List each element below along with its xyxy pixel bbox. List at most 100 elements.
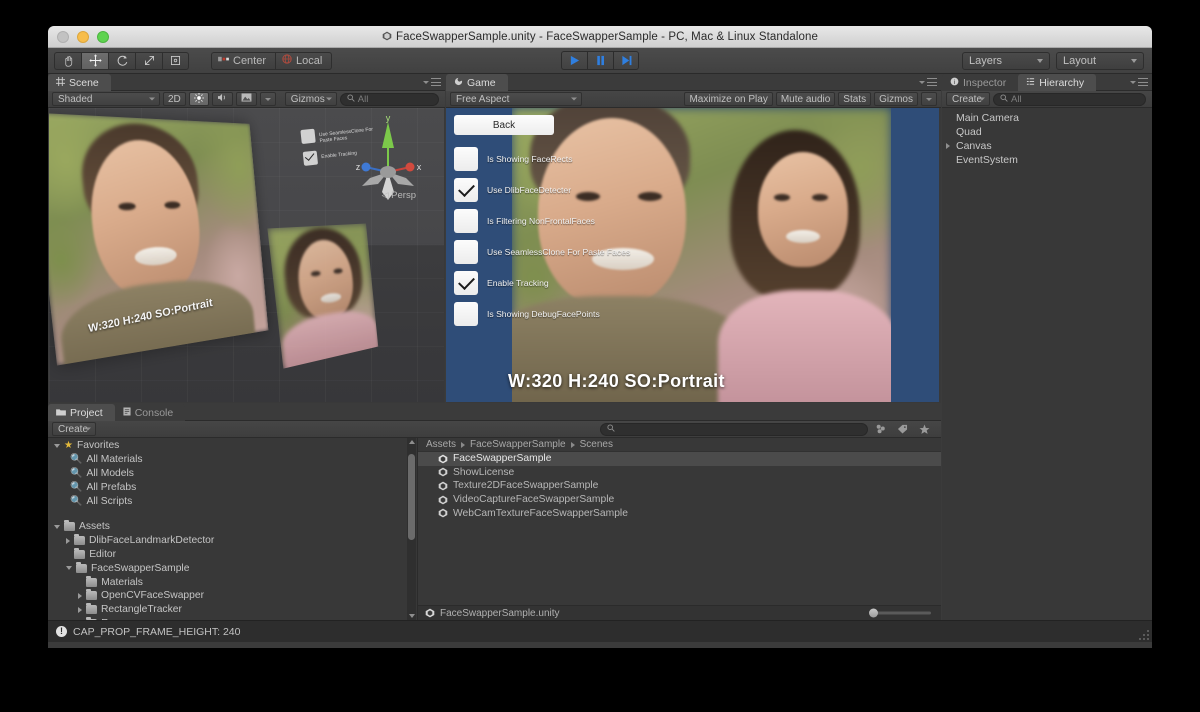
pause-button[interactable]	[587, 51, 613, 70]
maximize-on-play-button[interactable]: Maximize on Play	[684, 92, 773, 106]
hierarchy-item-canvas[interactable]: Canvas	[942, 139, 1152, 153]
resize-grip[interactable]	[1137, 628, 1149, 640]
filter-by-type-icon[interactable]	[871, 422, 890, 436]
tree-row-dlibfacelandmarkdetector[interactable]: DlibFaceLandmarkDetector	[48, 534, 417, 548]
breadcrumb-item-assets[interactable]: Assets	[426, 439, 456, 450]
scene-viewport[interactable]: Use SeamlessClone For Paste Faces Enable…	[49, 108, 444, 402]
hierarchy-panel-menu[interactable]	[1130, 78, 1148, 86]
scene-gizmos-dropdown[interactable]: Gizmos	[284, 92, 337, 106]
layers-dropdown[interactable]: Layers	[962, 51, 1050, 70]
game-gizmos-dropdown[interactable]	[921, 92, 937, 106]
tree-row-editor[interactable]: Editor	[48, 547, 417, 562]
tree-row-materials[interactable]: Materials	[48, 575, 417, 589]
favorite-star-icon[interactable]	[915, 422, 934, 436]
collapse-arrow-icon[interactable]	[66, 566, 72, 571]
project-tree-scrollbar[interactable]	[407, 438, 416, 620]
checkbox-use-dlibfacedetecter[interactable]	[454, 178, 478, 202]
step-button[interactable]	[613, 51, 639, 70]
scene-lighting-toggle[interactable]	[188, 92, 209, 106]
mute-audio-button[interactable]: Mute audio	[775, 92, 836, 106]
hierarchy-item-quad[interactable]: Quad	[942, 125, 1152, 139]
play-button[interactable]	[561, 51, 587, 70]
scroll-up-arrow-icon[interactable]	[409, 440, 415, 444]
tree-row-favorites[interactable]: ★ Favorites	[48, 439, 417, 453]
toggle-2d-button[interactable]: 2D	[163, 92, 186, 106]
tab-scene[interactable]: Scene	[48, 74, 111, 91]
game-gizmos-button[interactable]: Gizmos	[874, 92, 918, 106]
tree-row-all-prefabs[interactable]: 🔍 All Prefabs	[48, 480, 417, 494]
pivot-mode-button[interactable]: Center	[211, 51, 276, 70]
scene-audio-toggle[interactable]	[211, 92, 233, 106]
tree-row-all-models[interactable]: 🔍 All Models	[48, 467, 417, 481]
scrollbar-thumb[interactable]	[408, 454, 415, 540]
file-row-faceswappersample[interactable]: FaceSwapperSample	[418, 452, 941, 466]
checkbox-row-enable-tracking[interactable]: Enable Tracking	[454, 271, 549, 295]
checkbox-use-seamlessclone[interactable]	[454, 240, 478, 264]
tree-row-all-materials[interactable]: 🔍 All Materials	[48, 453, 417, 467]
scene-panel-menu[interactable]	[423, 78, 441, 86]
file-row-videocapturefaceswappersample[interactable]: VideoCaptureFaceSwapperSample	[418, 493, 941, 507]
hierarchy-create-dropdown[interactable]: Create	[946, 92, 990, 106]
tab-hierarchy[interactable]: Hierarchy	[1018, 74, 1097, 91]
filter-by-label-icon[interactable]	[893, 422, 912, 436]
space-mode-button[interactable]: Local	[275, 51, 333, 70]
rotate-tool-icon[interactable]	[108, 51, 135, 70]
tab-inspector[interactable]: i Inspector	[942, 74, 1019, 91]
shading-mode-dropdown[interactable]: Shaded	[52, 92, 160, 106]
scroll-down-arrow-icon[interactable]	[409, 614, 415, 618]
stats-button[interactable]: Stats	[838, 92, 872, 106]
hand-tool-icon[interactable]	[54, 51, 81, 70]
checkbox-is-showing-facerects[interactable]	[454, 147, 478, 171]
expand-arrow-icon[interactable]	[78, 592, 82, 599]
checkbox-row-is-showing-debugfacepoints[interactable]: Is Showing DebugFacePoints	[454, 302, 600, 326]
scene-search-input[interactable]: All	[339, 92, 439, 106]
hierarchy-search-input[interactable]: All	[993, 92, 1146, 106]
scene-effects-dropdown[interactable]	[259, 92, 276, 106]
scale-tool-icon[interactable]	[135, 51, 162, 70]
expand-arrow-icon[interactable]	[946, 143, 950, 149]
tree-row-faceswappersample[interactable]: FaceSwapperSample	[48, 561, 417, 575]
collapse-arrow-icon[interactable]	[54, 443, 60, 448]
tab-project[interactable]: Project	[48, 404, 115, 421]
checkbox-row-is-showing-facerects[interactable]: Is Showing FaceRects	[454, 147, 573, 171]
tree-row-all-scripts[interactable]: 🔍 All Scripts	[48, 494, 417, 508]
slider-knob[interactable]	[869, 608, 878, 618]
move-tool-icon[interactable]	[81, 51, 108, 70]
checkbox-enable-tracking[interactable]	[454, 271, 478, 295]
file-row-showlicense[interactable]: ShowLicense	[418, 466, 941, 480]
playback-controls[interactable]	[561, 51, 639, 70]
tab-console[interactable]: Console	[114, 404, 186, 421]
checkbox-row-use-dlibfacedetecter[interactable]: Use DlibFaceDetecter	[454, 178, 571, 202]
tree-row-assets[interactable]: Assets	[48, 520, 417, 534]
transform-tools[interactable]	[54, 51, 189, 70]
expand-arrow-icon[interactable]	[66, 537, 70, 544]
hierarchy-item-main-camera[interactable]: Main Camera	[942, 111, 1152, 125]
breadcrumb-item-faceswappersample[interactable]: FaceSwapperSample	[470, 439, 566, 450]
scene-projection-label[interactable]: ◁ Persp	[382, 190, 416, 201]
collapse-arrow-icon[interactable]	[54, 524, 60, 529]
back-button[interactable]: Back	[454, 115, 554, 135]
checkbox-is-showing-debugfacepoints[interactable]	[454, 302, 478, 326]
aspect-dropdown[interactable]: Free Aspect	[450, 92, 582, 106]
game-viewport[interactable]: Back Is Showing FaceRects Use DlibFaceDe…	[446, 108, 939, 402]
tree-row-rectangletracker[interactable]: RectangleTracker	[48, 603, 417, 617]
hierarchy-item-eventsystem[interactable]: EventSystem	[942, 153, 1152, 167]
rect-tool-icon[interactable]	[162, 51, 189, 70]
checkbox-row-is-filtering-nonfrontalfaces[interactable]: Is Filtering NonFrontalFaces	[454, 209, 595, 233]
status-bar[interactable]: ! CAP_PROP_FRAME_HEIGHT: 240	[48, 620, 1152, 642]
scene-effects-toggle[interactable]	[235, 92, 257, 106]
tree-row-opencvfaceswapper[interactable]: OpenCVFaceSwapper	[48, 589, 417, 603]
expand-arrow-icon[interactable]	[78, 606, 82, 613]
project-create-dropdown[interactable]: Create	[52, 422, 96, 436]
checkbox-is-filtering-nonfrontalfaces[interactable]	[454, 209, 478, 233]
pivot-space-group[interactable]: Center Local	[211, 51, 333, 70]
checkbox-row-use-seamlessclone[interactable]: Use SeamlessClone For Paste Faces	[454, 240, 630, 264]
breadcrumb-item-scenes[interactable]: Scenes	[580, 439, 613, 450]
file-row-texture2dfaceswappersample[interactable]: Texture2DFaceSwapperSample	[418, 479, 941, 493]
thumbnail-size-slider[interactable]	[869, 608, 931, 618]
game-panel-menu[interactable]	[919, 78, 937, 86]
layout-dropdown[interactable]: Layout	[1056, 51, 1144, 70]
file-row-webcamtexturefaceswappersample[interactable]: WebCamTextureFaceSwapperSample	[418, 506, 941, 520]
tab-game[interactable]: Game	[446, 74, 508, 91]
project-search-input[interactable]	[600, 422, 868, 436]
